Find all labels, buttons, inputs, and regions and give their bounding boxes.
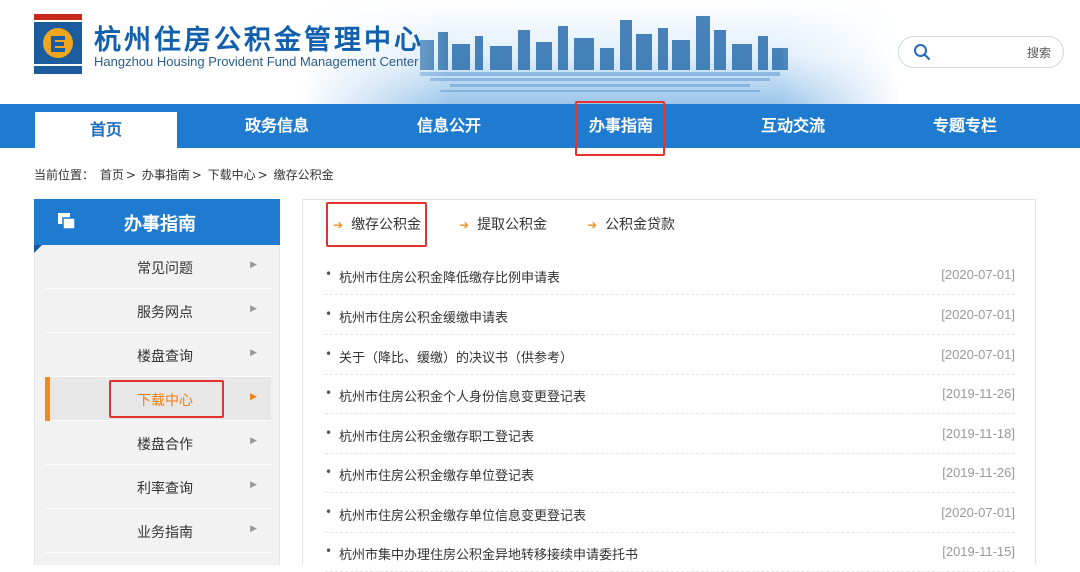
bullet-icon: • (325, 347, 333, 361)
tab-deposit[interactable]: ➔ 缴存公积金 (333, 214, 421, 234)
search-box: 搜索 (898, 36, 1064, 68)
tab-withdrawal[interactable]: ➔ 提取公积金 (459, 214, 547, 234)
document-title[interactable]: 杭州市住房公积金缴存单位信息变更登记表 (339, 505, 586, 524)
nav-item-government-info[interactable]: 政务信息 (206, 104, 348, 148)
sidebar-item-property-search[interactable]: 楼盘查询 ▶ (45, 333, 271, 377)
document-date: [2019-11-15] (942, 544, 1015, 559)
sidebar-menu: 常见问题 ▶ 服务网点 ▶ 楼盘查询 ▶ 下载中心 ▶ 楼盘合作 ▶ 利率查询 … (34, 245, 280, 565)
category-tabs: ➔ 缴存公积金 ➔ 提取公积金 ➔ 公积金贷款 (303, 200, 1035, 250)
list-item[interactable]: • 杭州市住房公积金个人身份信息变更登记表 [2019-11-26] (325, 374, 1015, 414)
arrow-right-icon: ➔ (333, 218, 344, 232)
document-title[interactable]: 杭州市住房公积金缴存单位登记表 (339, 465, 534, 484)
chevron-right-icon: ▶ (250, 348, 257, 358)
sidebar-item-label: 业务指南 (137, 525, 193, 541)
nav-item-information-disclosure[interactable]: 信息公开 (378, 104, 520, 148)
breadcrumb-item-home[interactable]: 首页 (100, 168, 124, 182)
sidebar-item-label: 利率查询 (137, 481, 193, 497)
search-input[interactable] (939, 42, 1019, 62)
nav-item-service-guide[interactable]: 办事指南 (550, 104, 692, 148)
chevron-right-icon: ▶ (250, 304, 257, 314)
document-title[interactable]: 杭州市住房公积金缴存职工登记表 (339, 426, 534, 445)
search-icon[interactable] (913, 43, 931, 61)
search-button[interactable]: 搜索 (1027, 44, 1051, 61)
sidebar-item-business-guide[interactable]: 业务指南 ▶ (45, 509, 271, 553)
bullet-icon: • (325, 426, 333, 440)
bullet-icon: • (325, 544, 333, 558)
sidebar-item-label: 楼盘查询 (137, 349, 193, 365)
document-date: [2019-11-26] (942, 386, 1015, 401)
sidebar-item-label: 服务网点 (137, 305, 193, 321)
arrow-right-icon: ➔ (587, 218, 598, 232)
bullet-icon: • (325, 267, 333, 281)
document-title[interactable]: 杭州市住房公积金个人身份信息变更登记表 (339, 386, 586, 405)
documents-icon (58, 213, 76, 229)
nav-item-special-topics[interactable]: 专题专栏 (894, 104, 1036, 148)
sidebar-item-label: 下载中心 (137, 393, 193, 409)
document-list-panel: ➔ 缴存公积金 ➔ 提取公积金 ➔ 公积金贷款 • 杭州市住房公积金降低缴存比例申请表… (302, 199, 1036, 572)
breadcrumb: 当前位置： 首页 > 办事指南 > 下载中心 > 缴存公积金 (34, 166, 336, 183)
list-item[interactable]: • 关于（降比、缓缴）的决议书（供参考） [2020-07-01] (325, 335, 1015, 375)
list-item[interactable]: • 杭州市集中办理住房公积金异地转移接续申请委托书 [2019-11-15] (325, 532, 1015, 572)
sidebar-item-label: 楼盘合作 (137, 437, 193, 453)
document-date: [2019-11-18] (942, 426, 1015, 441)
document-date: [2020-07-01] (941, 505, 1015, 520)
breadcrumb-separator: > (125, 168, 136, 182)
list-item[interactable]: • 杭州市住房公积金缴存单位信息变更登记表 [2020-07-01] (325, 493, 1015, 533)
sidebar-item-faq[interactable]: 常见问题 ▶ (45, 245, 271, 289)
chevron-right-icon: ▶ (250, 260, 257, 270)
sidebar-item-download-center[interactable]: 下载中心 ▶ (45, 377, 271, 421)
sidebar-header-fold (34, 245, 42, 253)
document-date: [2020-07-01] (941, 267, 1015, 282)
chevron-right-icon: ▶ (250, 436, 257, 446)
bullet-icon: • (325, 386, 333, 400)
sidebar-header: 办事指南 (34, 199, 280, 245)
document-date: [2019-11-26] (942, 465, 1015, 480)
document-date: [2020-07-01] (941, 347, 1015, 362)
breadcrumb-item-download-center[interactable]: 下载中心 (208, 168, 256, 182)
site-header: 杭州住房公积金管理中心 Hangzhou Housing Provident F… (0, 0, 1080, 104)
sidebar-item-interest-rate[interactable]: 利率查询 ▶ (45, 465, 271, 509)
chevron-right-icon: ▶ (250, 392, 257, 402)
document-title[interactable]: 关于（降比、缓缴）的决议书（供参考） (339, 347, 573, 366)
chevron-right-icon: ▶ (250, 480, 257, 490)
list-item[interactable]: • 杭州市住房公积金缴存职工登记表 [2019-11-18] (325, 414, 1015, 454)
breadcrumb-separator: > (191, 168, 202, 182)
breadcrumb-item-current: 缴存公积金 (273, 168, 334, 182)
breadcrumb-item-service-guide[interactable]: 办事指南 (142, 168, 190, 182)
site-title: 杭州住房公积金管理中心 (94, 25, 424, 56)
chevron-right-icon: ▶ (250, 524, 257, 534)
document-title[interactable]: 杭州市住房公积金降低缴存比例申请表 (339, 267, 560, 286)
bullet-icon: • (325, 465, 333, 479)
arrow-right-icon: ➔ (459, 218, 470, 232)
site-subtitle: Hangzhou Housing Provident Fund Manageme… (94, 54, 419, 69)
center-logo (34, 14, 82, 74)
tab-loan[interactable]: ➔ 公积金贷款 (587, 214, 675, 234)
nav-item-home[interactable]: 首页 (35, 109, 177, 148)
sidebar-item-label: 常见问题 (137, 261, 193, 277)
bullet-icon: • (325, 505, 333, 519)
document-title[interactable]: 杭州市集中办理住房公积金异地转移接续申请委托书 (339, 544, 638, 563)
sidebar-title: 办事指南 (124, 214, 196, 235)
list-item[interactable]: • 杭州市住房公积金缓缴申请表 [2020-07-01] (325, 295, 1015, 335)
breadcrumb-separator: > (257, 168, 268, 182)
list-item[interactable]: • 杭州市住房公积金降低缴存比例申请表 [2020-07-01] (325, 255, 1015, 295)
bullet-icon: • (325, 307, 333, 321)
document-date: [2020-07-01] (941, 307, 1015, 322)
nav-item-interaction[interactable]: 互动交流 (722, 104, 864, 148)
document-title[interactable]: 杭州市住房公积金缓缴申请表 (339, 307, 508, 326)
main-nav: 首页 政务信息 信息公开 办事指南 互动交流 专题专栏 (0, 104, 1080, 148)
sidebar-item-service-outlets[interactable]: 服务网点 ▶ (45, 289, 271, 333)
active-indicator (45, 377, 50, 421)
list-item[interactable]: • 杭州市住房公积金缴存单位登记表 [2019-11-26] (325, 453, 1015, 493)
sidebar-item-property-cooperation[interactable]: 楼盘合作 ▶ (45, 421, 271, 465)
breadcrumb-prefix: 当前位置： (34, 168, 95, 182)
